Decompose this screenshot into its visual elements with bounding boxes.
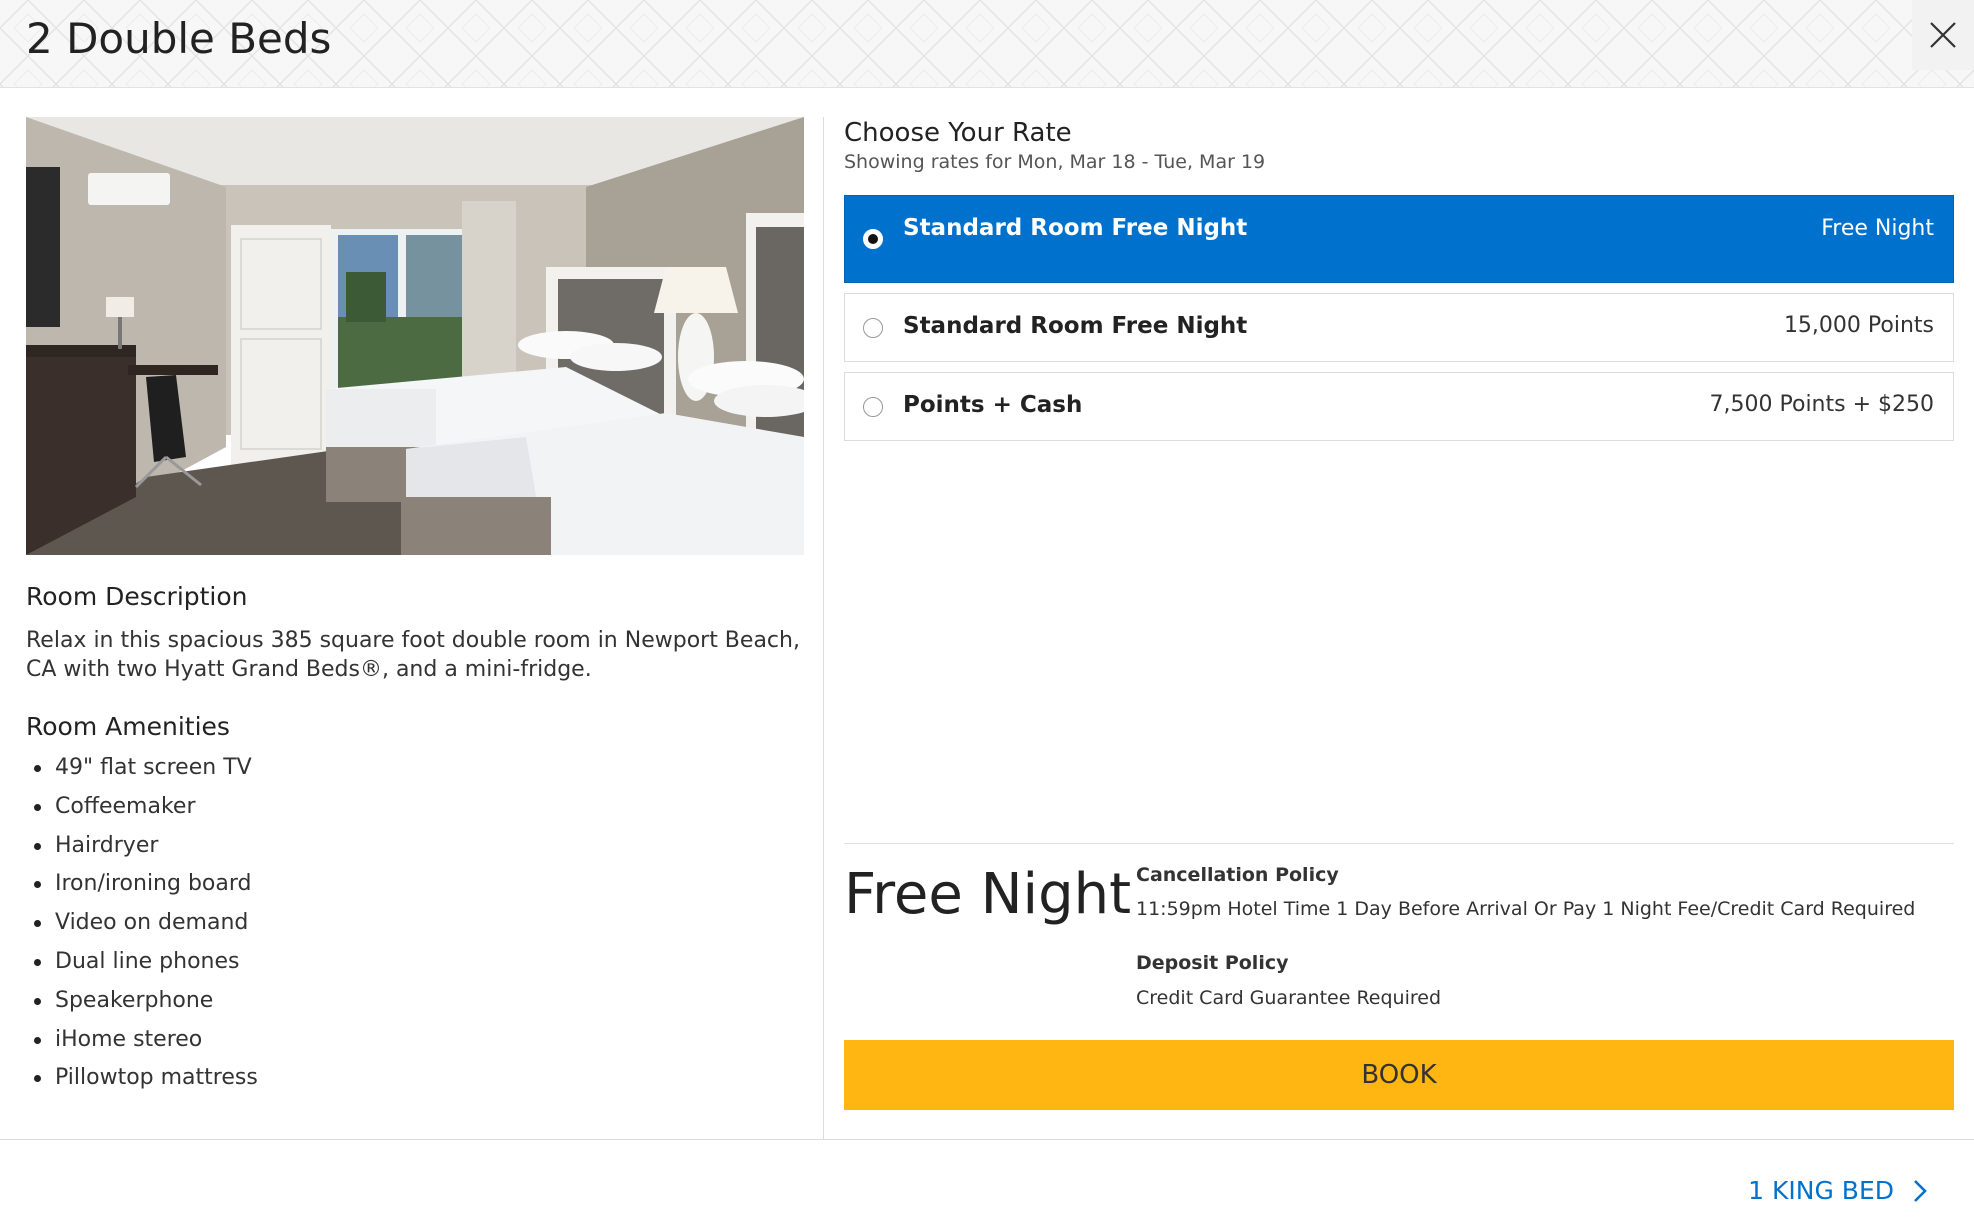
- chevron-right-icon: [1914, 1179, 1927, 1202]
- bullet-icon: [34, 803, 41, 811]
- amenity-item: iHome stereo: [26, 1027, 258, 1066]
- rate-option-points-cash[interactable]: Points + Cash 7,500 Points + $250: [844, 372, 1954, 441]
- bullet-icon: [34, 765, 41, 772]
- bullet-icon: [34, 881, 41, 889]
- room-photo: [26, 117, 804, 555]
- bullet-icon: [34, 958, 41, 966]
- deposit-policy-text: Credit Card Guarantee Required: [1136, 987, 1442, 1009]
- rate-date-range: Showing rates for Mon, Mar 18 - Tue, Mar…: [844, 151, 1266, 173]
- rate-option-name: Standard Room Free Night: [903, 313, 1248, 339]
- bullet-icon: [34, 842, 41, 850]
- choose-rate-heading: Choose Your Rate: [844, 118, 1072, 148]
- room-description-text: Relax in this spacious 385 square foot d…: [26, 628, 800, 682]
- rate-option-price: 7,500 Points + $250: [1709, 392, 1934, 417]
- bullet-icon: [34, 1075, 41, 1083]
- rate-option-name: Points + Cash: [903, 392, 1083, 418]
- room-details: [26, 117, 804, 555]
- room-description-heading: Room Description: [26, 582, 248, 611]
- close-icon: [1930, 22, 1956, 48]
- rate-option-points[interactable]: Standard Room Free Night 15,000 Points: [844, 293, 1954, 362]
- modal-title: 2 Double Beds: [26, 14, 332, 63]
- selected-rate-price: Free Night: [844, 862, 1132, 927]
- radio-selected-icon[interactable]: [863, 229, 883, 249]
- rate-option-price: 15,000 Points: [1783, 313, 1934, 338]
- amenity-item: Iron/ironing board: [26, 871, 258, 910]
- cancellation-policy-text: 11:59pm Hotel Time 1 Day Before Arrival …: [1136, 898, 1916, 920]
- amenities-list: 49" flat screen TV Coffeemaker Hairdryer…: [26, 755, 258, 1104]
- deposit-policy-title: Deposit Policy: [1136, 952, 1289, 974]
- bullet-icon: [34, 1036, 41, 1044]
- rate-option-name: Standard Room Free Night: [903, 215, 1248, 241]
- amenity-item: Pillowtop mattress: [26, 1065, 258, 1104]
- bullet-icon: [34, 997, 41, 1005]
- amenity-item: Hairdryer: [26, 833, 258, 872]
- column-divider: [823, 117, 824, 1139]
- summary-divider: [844, 843, 1954, 844]
- amenity-item: Dual line phones: [26, 949, 258, 988]
- next-room-link[interactable]: 1 KING BED: [1748, 1176, 1928, 1205]
- bullet-icon: [34, 920, 41, 928]
- amenity-item: 49" flat screen TV: [26, 755, 258, 794]
- room-amenities-heading: Room Amenities: [26, 712, 230, 741]
- rate-option-price: Free Night: [1821, 216, 1934, 241]
- radio-unselected-icon[interactable]: [863, 397, 883, 417]
- rate-option-free-night[interactable]: Standard Room Free Night Free Night: [844, 195, 1954, 283]
- amenity-item: Coffeemaker: [26, 794, 258, 833]
- amenity-item: Speakerphone: [26, 988, 258, 1027]
- modal-header: 2 Double Beds: [0, 0, 1974, 88]
- amenity-item: Video on demand: [26, 910, 258, 949]
- radio-unselected-icon[interactable]: [863, 318, 883, 338]
- book-button[interactable]: BOOK: [844, 1040, 1954, 1110]
- close-button[interactable]: [1912, 0, 1974, 70]
- next-room-label: 1 KING BED: [1748, 1176, 1894, 1205]
- footer-divider: [0, 1139, 1974, 1140]
- cancellation-policy-title: Cancellation Policy: [1136, 864, 1339, 886]
